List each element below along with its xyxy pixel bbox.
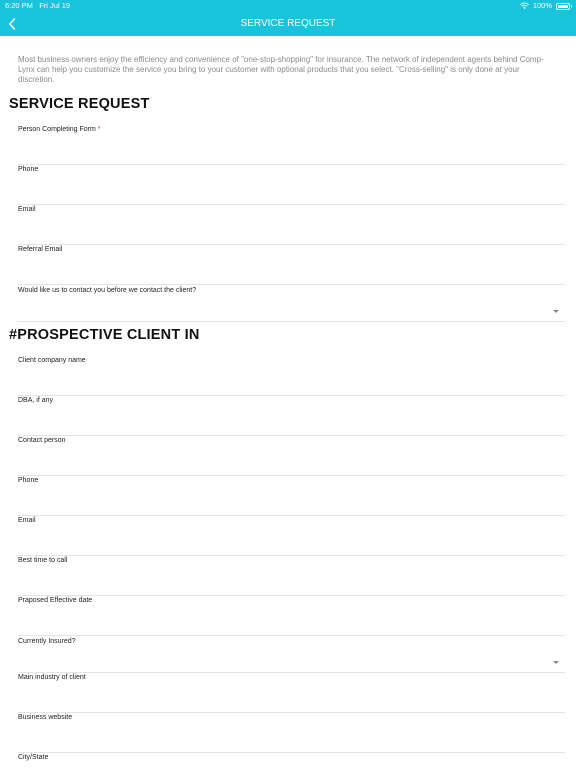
business-website-field: Business website	[18, 713, 565, 753]
person-completing-label: Person Completing Form	[18, 126, 96, 133]
currently-insured-label: Currently Insured?	[18, 638, 76, 645]
effective-date-label: Praposed Effective date	[18, 597, 93, 604]
required-mark: *	[97, 126, 101, 133]
client-company-input[interactable]	[18, 368, 565, 394]
effective-date-input[interactable]	[18, 608, 565, 634]
best-time-field: Best time to call	[18, 556, 565, 596]
chevron-down-icon	[553, 310, 559, 313]
prospective-client-heading: #PROSPECTIVE CLIENT IN	[9, 327, 200, 343]
person-completing-field: Person Completing Form *	[18, 125, 565, 165]
page-title: SERVICE REQUEST	[240, 18, 336, 29]
service-request-heading: SERVICE REQUEST	[9, 96, 150, 112]
client-company-field: Client company name	[18, 356, 565, 396]
client-email-input[interactable]	[18, 528, 565, 554]
contact-before-select[interactable]: Would like us to contact you before we c…	[18, 286, 565, 322]
battery-icon	[556, 2, 572, 10]
main-industry-label: Main industry of client	[18, 674, 86, 681]
contact-person-label: Contact person	[18, 437, 66, 444]
business-website-input[interactable]	[18, 725, 565, 751]
battery-percent: 100%	[532, 1, 552, 10]
dba-field: DBA, if any	[18, 396, 565, 436]
currently-insured-select[interactable]: Currently Insured?	[18, 637, 565, 673]
contact-person-input[interactable]	[18, 448, 565, 474]
client-phone-label: Phone	[18, 477, 39, 484]
business-website-label: Business website	[18, 714, 73, 721]
contact-before-label: Would like us to contact you before we c…	[18, 287, 197, 294]
client-company-label: Client company name	[18, 357, 86, 364]
client-phone-input[interactable]	[18, 488, 565, 514]
best-time-label: Best time to call	[18, 557, 68, 564]
phone-field: Phone	[18, 165, 565, 205]
client-email-field: Email	[18, 516, 565, 556]
intro-text: Most business owners enjoy the efficienc…	[18, 55, 544, 84]
client-email-label: Email	[18, 517, 36, 524]
nav-header: 6:20 PM Fri Jul 19 100% SERVICE REQUEST	[0, 0, 576, 36]
city-state-label: City/State	[18, 754, 49, 761]
main-industry-field: Main industry of client	[18, 673, 565, 713]
best-time-input[interactable]	[18, 568, 565, 594]
phone-label: Phone	[18, 166, 39, 173]
referral-email-input[interactable]	[18, 257, 565, 283]
email-field: Email	[18, 205, 565, 245]
chevron-down-icon	[553, 661, 559, 664]
dba-input[interactable]	[18, 408, 565, 434]
status-date: Fri Jul 19	[39, 1, 71, 10]
phone-input[interactable]	[18, 177, 565, 203]
contact-person-field: Contact person	[18, 436, 565, 476]
person-completing-input[interactable]	[18, 137, 565, 163]
back-button[interactable]	[2, 12, 22, 36]
chevron-left-icon	[9, 18, 16, 30]
status-time: 6:20 PM	[5, 1, 33, 10]
main-industry-input[interactable]	[18, 685, 565, 711]
city-state-field: City/State	[18, 753, 565, 768]
status-bar: 6:20 PM Fri Jul 19 100%	[0, 0, 576, 12]
referral-email-label: Referral Email	[18, 246, 63, 253]
email-input[interactable]	[18, 217, 565, 243]
referral-email-field: Referral Email	[18, 245, 565, 285]
dba-label: DBA, if any	[18, 397, 54, 404]
effective-date-field: Praposed Effective date	[18, 596, 565, 636]
email-label: Email	[18, 206, 36, 213]
client-phone-field: Phone	[18, 476, 565, 516]
wifi-icon	[519, 2, 529, 10]
